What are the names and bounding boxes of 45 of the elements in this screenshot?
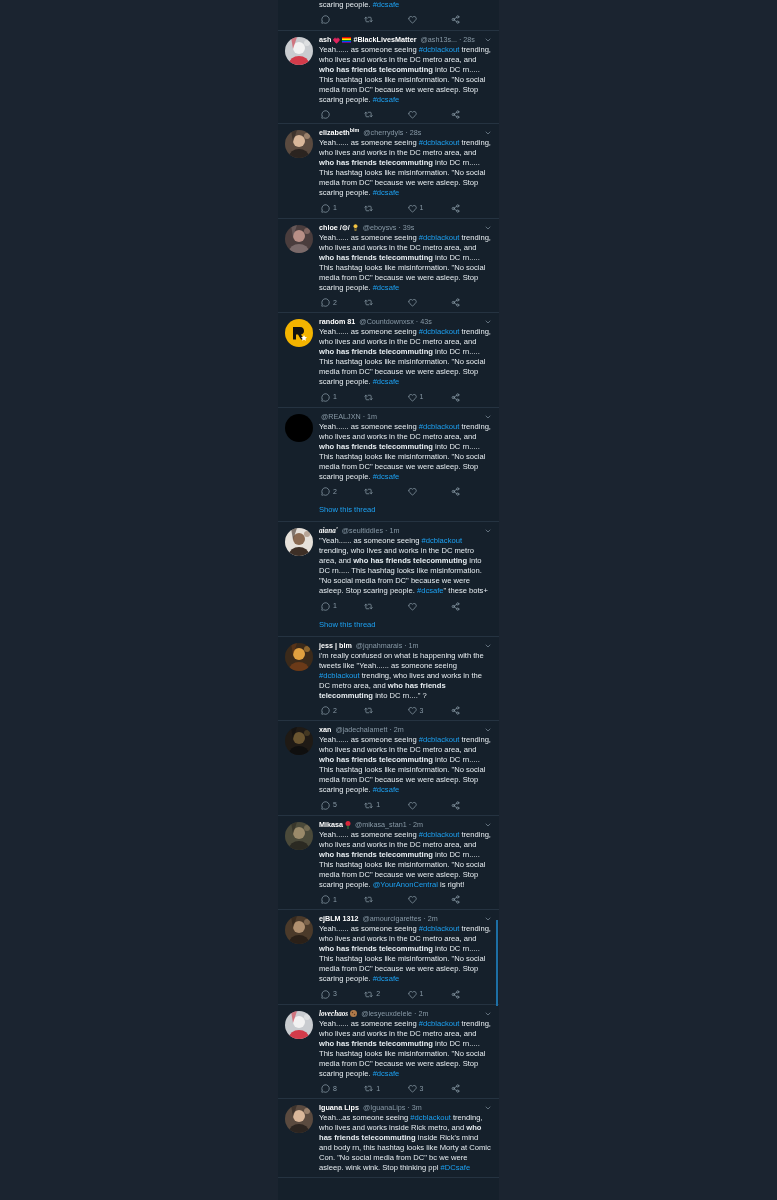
retweet-button[interactable] [364,601,374,611]
lightbulb-icon [351,224,359,231]
retweet-button[interactable] [364,298,374,308]
retweet-button[interactable] [364,15,374,24]
share-button[interactable] [450,895,460,905]
like-button[interactable] [407,110,417,119]
share-button[interactable] [450,15,460,24]
share-button[interactable] [450,203,460,213]
logo-avatar [285,319,313,347]
like-button[interactable] [407,487,417,497]
share-button[interactable] [450,392,460,402]
caret-icon[interactable] [484,318,492,326]
heart-icon [333,36,341,44]
reply-button[interactable] [321,110,330,119]
like-button[interactable] [407,298,417,308]
rose-icon [345,820,351,829]
like-button[interactable] [407,895,417,905]
caret-icon[interactable] [484,726,492,734]
cookie-icon [350,1010,358,1017]
caret-icon[interactable] [484,915,492,923]
scrollbar-thumb[interactable] [496,920,498,1006]
retweet-button[interactable] [364,203,374,213]
share-button[interactable] [450,487,460,497]
caret-icon[interactable] [484,36,492,44]
share-button[interactable] [450,601,460,611]
share-button[interactable] [450,1084,460,1094]
caret-icon[interactable] [484,129,492,137]
share-button[interactable] [450,989,460,999]
like-button[interactable] [407,15,417,24]
retweet-button[interactable] [364,392,374,402]
reply-button[interactable] [321,15,330,24]
caret-icon[interactable] [484,527,492,535]
like-button[interactable] [407,601,417,611]
retweet-button[interactable] [364,110,374,119]
retweet-button[interactable] [364,895,374,905]
share-button[interactable] [450,800,460,810]
avatar [285,413,313,442]
caret-icon[interactable] [484,1104,492,1112]
share-button[interactable] [450,298,460,308]
retweet-button[interactable] [364,706,374,716]
retweet-button[interactable] [364,487,374,497]
flag-icon [342,37,352,43]
share-button[interactable] [450,110,460,119]
share-button[interactable] [450,706,460,716]
like-button[interactable] [407,800,417,810]
